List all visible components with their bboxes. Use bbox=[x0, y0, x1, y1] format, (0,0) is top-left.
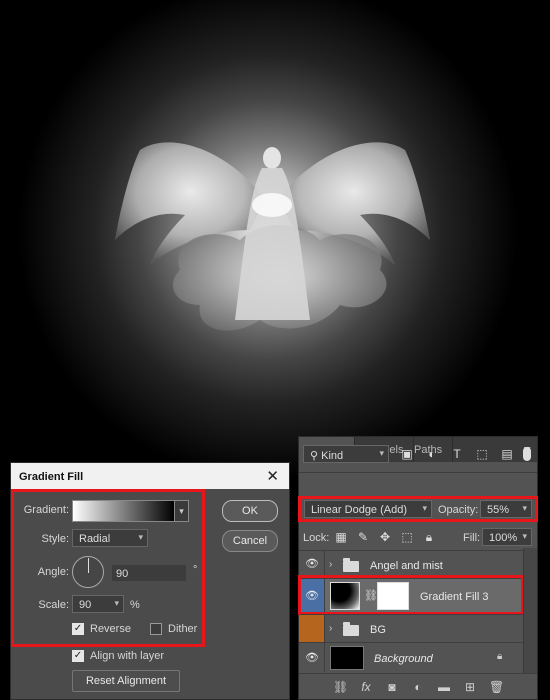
opacity-input[interactable]: 55% ▾ bbox=[480, 500, 532, 518]
filter-toggle[interactable] bbox=[523, 447, 531, 461]
dialog-titlebar: Gradient Fill ✕ bbox=[11, 463, 289, 489]
panel-bottom-bar: ⛓︎ fx ◙ ◐ ▬ ⊞ 🗑︎ bbox=[299, 673, 537, 699]
layer-row-background[interactable]: 👁︎ Background 🔒︎ bbox=[299, 642, 523, 672]
folder-icon bbox=[343, 558, 359, 572]
lock-label: Lock: bbox=[303, 532, 330, 544]
angle-dial[interactable] bbox=[72, 556, 104, 588]
align-label: Align with layer bbox=[90, 650, 164, 662]
chevron-down-icon: ▾ bbox=[114, 598, 119, 608]
reset-alignment-button[interactable]: Reset Alignment bbox=[72, 670, 180, 692]
lock-icons: ▦ ✎ ✥ ⬚ 🔒︎ bbox=[333, 528, 437, 546]
gradient-dropdown-icon[interactable]: ▾ bbox=[175, 500, 189, 522]
layer-name: Gradient Fill 3 bbox=[420, 591, 489, 603]
style-label: Style: bbox=[41, 533, 69, 545]
trash-icon[interactable]: 🗑︎ bbox=[489, 680, 504, 694]
scale-unit: % bbox=[130, 599, 140, 611]
layer-row-bg[interactable]: › BG bbox=[299, 614, 523, 642]
reverse-label: Reverse bbox=[90, 623, 131, 635]
adjustment-filter-icon[interactable]: ◐ bbox=[422, 444, 442, 464]
align-checkbox[interactable]: ✓ bbox=[72, 650, 84, 662]
layer-name: BG bbox=[370, 624, 386, 636]
gradient-fill-thumbnail bbox=[330, 582, 360, 610]
scale-label: Scale: bbox=[38, 599, 69, 611]
new-layer-icon[interactable]: ⊞ bbox=[463, 680, 477, 694]
ok-button[interactable]: OK bbox=[222, 500, 278, 522]
layers-panel: Layers Channels Paths ≡ ⚲ Kind ▾ ▣ ◐ T ⬚… bbox=[298, 436, 538, 700]
folder-icon bbox=[343, 622, 359, 636]
shape-filter-icon[interactable]: ⬚ bbox=[472, 444, 492, 464]
fill-label: Fill: bbox=[463, 532, 481, 544]
layer-name: Background bbox=[374, 653, 433, 665]
reverse-checkbox[interactable]: ✓ bbox=[72, 623, 84, 635]
angle-unit: ° bbox=[193, 564, 198, 576]
blend-mode-select[interactable]: Linear Dodge (Add) ▾ bbox=[304, 500, 432, 518]
search-icon: ⚲ bbox=[310, 450, 322, 462]
link-icon[interactable]: ⛓︎ bbox=[364, 589, 378, 602]
chevron-down-icon: ▾ bbox=[522, 503, 527, 513]
adjustment-layer-icon[interactable]: ◐ bbox=[411, 680, 425, 694]
lock-all-icon[interactable]: 🔒︎ bbox=[421, 528, 437, 546]
link-layers-icon[interactable]: ⛓︎ bbox=[333, 680, 348, 694]
style-select[interactable]: Radial ▾ bbox=[72, 529, 148, 547]
layer-mask-thumbnail[interactable] bbox=[377, 582, 409, 610]
lock-transparent-icon[interactable]: ▦ bbox=[333, 528, 349, 546]
opacity-value: 55% bbox=[487, 504, 510, 516]
lock-image-icon[interactable]: ✎ bbox=[355, 528, 371, 546]
opacity-label: Opacity: bbox=[438, 504, 479, 516]
eye-cell bbox=[299, 615, 325, 642]
gradient-preview[interactable] bbox=[72, 500, 175, 522]
chevron-down-icon: ▾ bbox=[138, 532, 143, 542]
angle-label: Angle: bbox=[37, 566, 69, 578]
close-icon[interactable]: ✕ bbox=[266, 467, 279, 485]
dither-checkbox[interactable] bbox=[150, 623, 162, 635]
filter-icons: ▣ ◐ T ⬚ ▤ bbox=[397, 444, 517, 464]
fill-input[interactable]: 100% ▾ bbox=[482, 528, 532, 546]
angel-artwork bbox=[115, 142, 430, 331]
cancel-button[interactable]: Cancel bbox=[222, 530, 278, 552]
background-thumbnail bbox=[330, 646, 364, 670]
chevron-down-icon: ▾ bbox=[379, 448, 384, 458]
new-group-icon[interactable]: ▬ bbox=[437, 680, 451, 694]
smart-object-filter-icon[interactable]: ▤ bbox=[497, 444, 517, 464]
chevron-down-icon: ▾ bbox=[522, 531, 527, 541]
gradient-label: Gradient: bbox=[23, 504, 69, 516]
scale-input[interactable]: 90 ▾ bbox=[72, 595, 124, 613]
fx-icon[interactable]: fx bbox=[359, 680, 373, 694]
lock-position-icon[interactable]: ✥ bbox=[377, 528, 393, 546]
angle-input[interactable]: 90 bbox=[111, 564, 187, 582]
angel-head bbox=[263, 147, 281, 169]
dialog-title: Gradient Fill bbox=[19, 471, 84, 483]
lock-artboard-icon[interactable]: ⬚ bbox=[399, 528, 415, 546]
type-filter-icon[interactable]: T bbox=[447, 444, 467, 464]
dialog-body: Gradient: ▾ Style: Radial ▾ Angle: 90 ° … bbox=[11, 489, 289, 700]
layer-row-gradient-fill[interactable]: 👁︎ ⛓︎ Gradient Fill 3 bbox=[299, 578, 523, 612]
chevron-right-icon[interactable]: › bbox=[329, 623, 332, 634]
divider bbox=[299, 472, 537, 473]
gradient-fill-dialog: Gradient Fill ✕ Gradient: ▾ Style: Radia… bbox=[10, 462, 290, 700]
chevron-down-icon: ▾ bbox=[422, 503, 427, 513]
layer-row-angel-and-mist[interactable]: 👁︎ › Angel and mist bbox=[299, 550, 523, 578]
chevron-right-icon[interactable]: › bbox=[329, 559, 332, 570]
add-mask-icon[interactable]: ◙ bbox=[385, 680, 399, 694]
layer-name: Angel and mist bbox=[370, 560, 443, 572]
angel-glow bbox=[252, 193, 292, 217]
dither-label: Dither bbox=[168, 623, 198, 635]
kind-filter-select[interactable]: ⚲ Kind ▾ bbox=[303, 445, 389, 463]
layers-scrollbar[interactable] bbox=[523, 548, 537, 673]
lock-icon: 🔒︎ bbox=[497, 651, 503, 662]
blend-mode-value: Linear Dodge (Add) bbox=[311, 504, 408, 516]
angle-value: 90 bbox=[116, 568, 129, 580]
scale-value: 90 bbox=[79, 599, 92, 611]
fill-value: 100% bbox=[489, 532, 518, 544]
style-value: Radial bbox=[79, 533, 111, 545]
pixel-filter-icon[interactable]: ▣ bbox=[397, 444, 417, 464]
kind-value: Kind bbox=[321, 450, 344, 462]
